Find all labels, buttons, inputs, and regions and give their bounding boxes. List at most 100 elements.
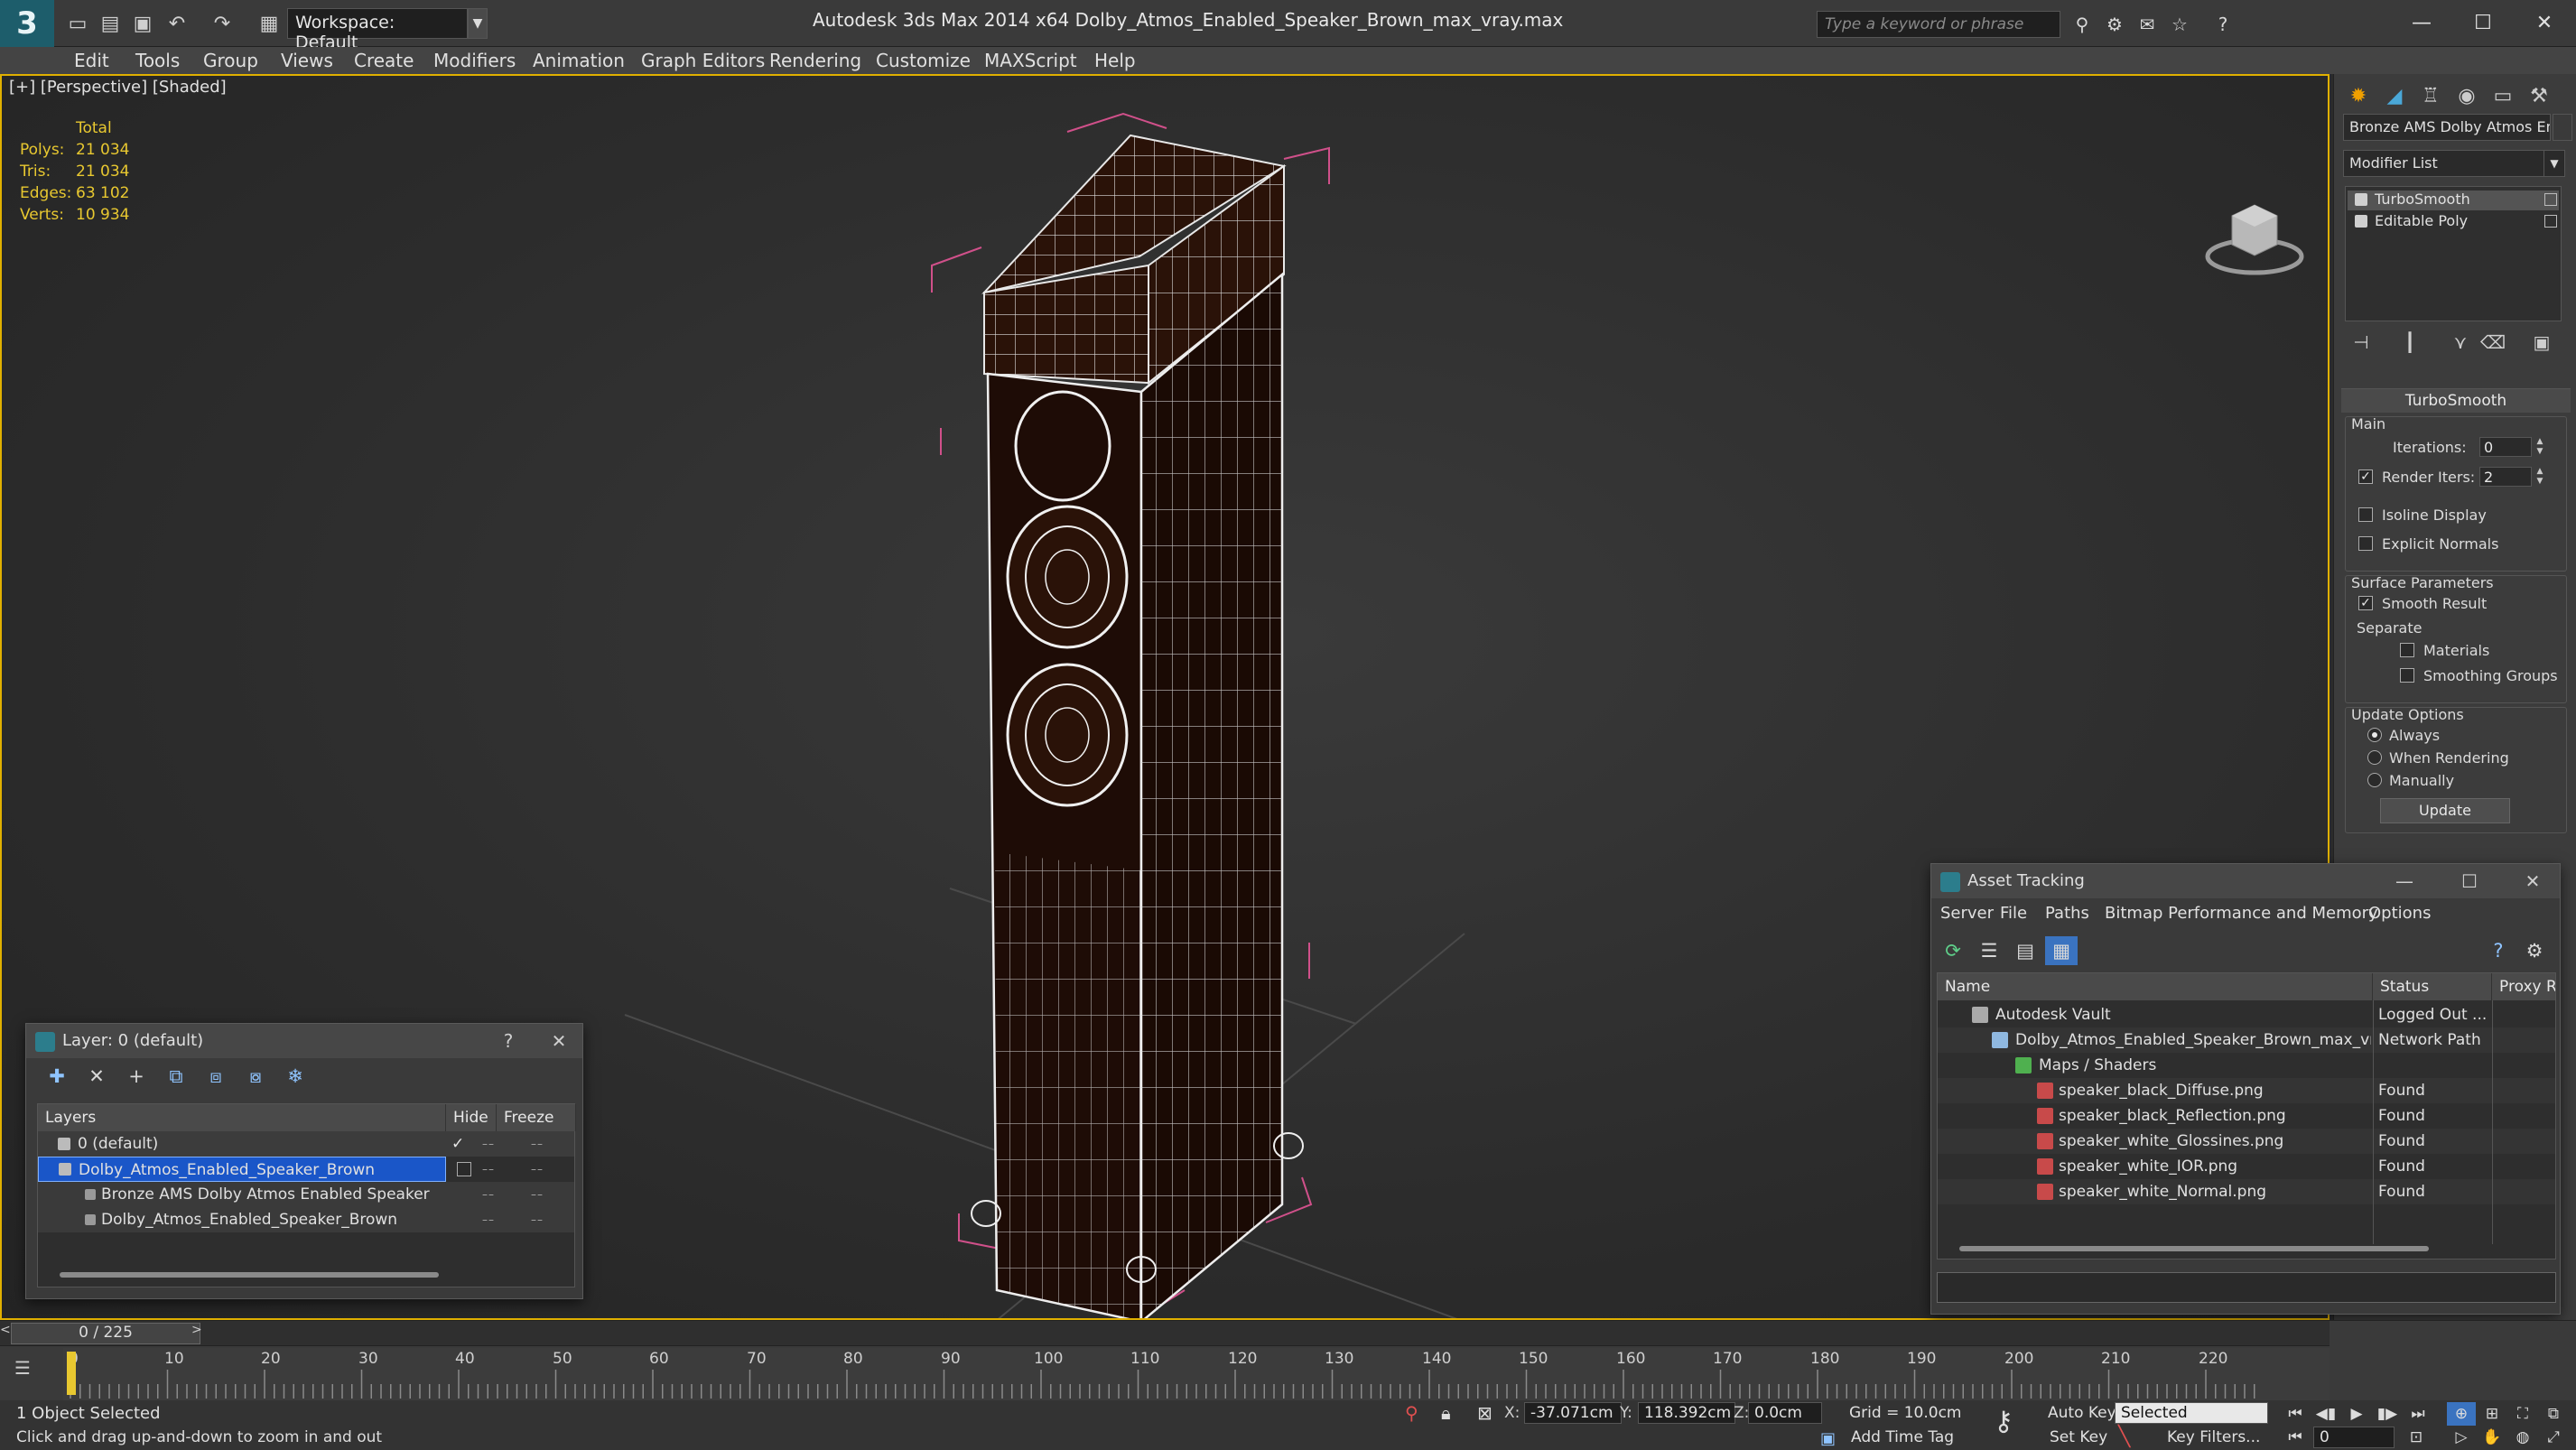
materials-checkbox[interactable] <box>2400 643 2414 657</box>
isoline-display-checkbox[interactable] <box>2358 507 2373 522</box>
create-tab-icon[interactable]: ✹ <box>2341 79 2376 112</box>
time-config-icon[interactable]: ⊡ <box>2402 1426 2431 1449</box>
hide-toggle[interactable]: –– <box>482 1163 495 1176</box>
asset-menu-server[interactable]: Server <box>1940 904 1994 923</box>
table-view-icon[interactable]: ▦ <box>2045 936 2078 965</box>
new-file-icon[interactable]: ▭ <box>63 9 92 38</box>
close-icon[interactable]: ✕ <box>2516 7 2573 38</box>
communication-icon[interactable]: ✉ <box>2133 11 2162 38</box>
menu-customize[interactable]: Customize <box>876 50 971 71</box>
time-slider-thumb[interactable]: 0 / 225 <box>11 1323 200 1344</box>
menu-create[interactable]: Create <box>354 50 414 71</box>
freeze-toggle[interactable]: –– <box>531 1213 544 1226</box>
asset-row[interactable]: speaker_black_Diffuse.png Found <box>1938 1078 2555 1103</box>
update-button[interactable]: Update <box>2380 798 2510 823</box>
menu-maxscript[interactable]: MAXScript <box>984 50 1077 71</box>
always-radio[interactable] <box>2367 728 2382 742</box>
plus-expand-icon[interactable] <box>2355 215 2367 228</box>
chevron-down-icon[interactable]: ▼ <box>2543 150 2565 177</box>
favorites-star-icon[interactable]: ☆ <box>2165 11 2194 38</box>
play-icon[interactable]: ▶ <box>2342 1402 2371 1426</box>
stack-toggle[interactable] <box>2544 215 2557 228</box>
hide-all-icon[interactable]: ⧇ <box>239 1062 272 1091</box>
remove-modifier-icon[interactable]: ⌫ <box>2478 329 2507 356</box>
hide-toggle[interactable]: –– <box>482 1188 495 1201</box>
freeze-toggle[interactable]: –– <box>531 1188 544 1201</box>
pin-stack-icon[interactable]: ⊣ <box>2347 329 2376 356</box>
show-end-result-icon[interactable]: ┃ <box>2395 329 2424 356</box>
x-coordinate-field[interactable]: -37.071cm <box>1524 1402 1622 1424</box>
smooth-result-checkbox[interactable]: ✓ <box>2358 596 2373 610</box>
asset-path-field[interactable] <box>1937 1272 2556 1303</box>
stack-toggle[interactable] <box>2544 193 2557 206</box>
column-freeze[interactable]: Freeze <box>497 1104 576 1131</box>
app-logo-button[interactable]: 3 <box>0 0 54 47</box>
previous-frame-icon[interactable]: ◀▮ <box>2311 1402 2340 1426</box>
y-coordinate-field[interactable]: 118.392cm <box>1638 1402 1735 1424</box>
maximize-viewport-icon[interactable]: ⤢ <box>2539 1426 2568 1449</box>
minimize-icon[interactable]: — <box>2393 7 2450 38</box>
asset-row[interactable]: Maps / Shaders <box>1938 1053 2555 1078</box>
freeze-all-icon[interactable]: ❄ <box>279 1062 312 1091</box>
time-tag-icon[interactable]: ▣ <box>1820 1429 1836 1448</box>
modifier-list-dropdown[interactable]: Modifier List <box>2343 150 2563 177</box>
zoom-extents-all-icon[interactable]: ⧉ <box>2539 1402 2568 1426</box>
go-to-end-icon[interactable]: ⏭ <box>2404 1402 2432 1426</box>
asset-row[interactable]: speaker_white_Normal.png Found <box>1938 1179 2555 1204</box>
asset-menu-options[interactable]: Options <box>2368 904 2431 923</box>
hide-toggle[interactable]: –– <box>482 1213 495 1226</box>
asset-menu-paths[interactable]: Paths <box>2045 904 2089 923</box>
subscription-icon[interactable]: ⚙ <box>2100 11 2129 38</box>
asset-row[interactable]: speaker_white_IOR.png Found <box>1938 1154 2555 1179</box>
render-iters-spinner[interactable]: 2 <box>2479 467 2532 487</box>
asset-menu-file[interactable]: File <box>2000 904 2027 923</box>
key-icon[interactable]: ⚷ <box>1994 1406 2013 1437</box>
object-color-swatch[interactable] <box>2553 114 2572 141</box>
delete-layer-icon[interactable]: ✕ <box>80 1062 113 1091</box>
column-proxy[interactable]: Proxy R <box>2492 973 2555 1000</box>
asset-menu-bitmap[interactable]: Bitmap Performance and Memory <box>2105 904 2378 923</box>
object-name-field[interactable]: Bronze AMS Dolby Atmos Ena <box>2343 114 2551 141</box>
column-status[interactable]: Status <box>2373 973 2492 1000</box>
display-tab-icon[interactable]: ▭ <box>2486 79 2520 112</box>
set-key-pen-icon[interactable]: ╲ <box>2118 1426 2130 1448</box>
close-icon[interactable]: ✕ <box>541 1028 577 1054</box>
highlight-layer-icon[interactable]: ⧈ <box>200 1062 232 1091</box>
hierarchy-tab-icon[interactable]: ♖ <box>2413 79 2448 112</box>
horizontal-scrollbar[interactable] <box>1959 1246 2429 1251</box>
set-key-button[interactable]: Set Key <box>2050 1428 2107 1446</box>
frame-ruler[interactable]: 0 10 20 30 40 50 60 70 80 90 100 110 120… <box>63 1348 2330 1400</box>
utilities-tab-icon[interactable]: ⚒ <box>2522 79 2556 112</box>
maximize-icon[interactable]: ☐ <box>2451 869 2488 894</box>
next-frame-icon[interactable]: ▮▶ <box>2373 1402 2402 1426</box>
current-frame-field[interactable]: 0 <box>2313 1427 2395 1448</box>
save-file-icon[interactable]: ▣ <box>128 9 157 38</box>
help-icon[interactable]: ? <box>2209 11 2237 38</box>
freeze-toggle[interactable]: –– <box>531 1163 544 1176</box>
help-icon[interactable]: ? <box>2482 936 2515 965</box>
manually-radio[interactable] <box>2367 773 2382 787</box>
add-to-layer-icon[interactable]: + <box>120 1062 153 1091</box>
maximize-icon[interactable]: ☐ <box>2454 7 2512 38</box>
asset-row[interactable]: speaker_white_Glossines.png Found <box>1938 1129 2555 1154</box>
minimize-icon[interactable]: — <box>2386 869 2423 894</box>
undo-icon[interactable]: ↶ <box>163 9 191 38</box>
zoom-extents-icon[interactable]: ⛶ <box>2508 1402 2537 1426</box>
go-to-start-icon[interactable]: ⏮ <box>2281 1402 2310 1426</box>
open-file-icon[interactable]: ▤ <box>96 9 125 38</box>
viewcube-icon[interactable] <box>2205 189 2304 279</box>
set-current-layer-checkbox[interactable] <box>457 1162 471 1176</box>
layer-row-selected[interactable]: Dolby_Atmos_Enabled_Speaker_Brown <box>38 1157 446 1182</box>
asset-row[interactable]: Autodesk Vault Logged Out ... <box>1938 1002 2555 1027</box>
key-set-dropdown[interactable]: Selected <box>2115 1402 2268 1424</box>
slider-left-arrow-icon[interactable]: < <box>0 1323 11 1344</box>
slider-right-arrow-icon[interactable]: > <box>191 1323 204 1344</box>
field-of-view-icon[interactable]: ▷ <box>2447 1426 2476 1449</box>
menu-rendering[interactable]: Rendering <box>769 50 861 71</box>
column-name[interactable]: Name <box>1938 973 2373 1000</box>
zoom-all-icon[interactable]: ⊞ <box>2478 1402 2506 1426</box>
binoculars-icon[interactable]: ⚲ <box>2068 11 2097 38</box>
time-slider[interactable]: < 0 / 225 > <box>0 1321 2330 1346</box>
menu-modifiers[interactable]: Modifiers <box>433 50 516 71</box>
select-objects-icon[interactable]: ⧉ <box>160 1062 192 1091</box>
